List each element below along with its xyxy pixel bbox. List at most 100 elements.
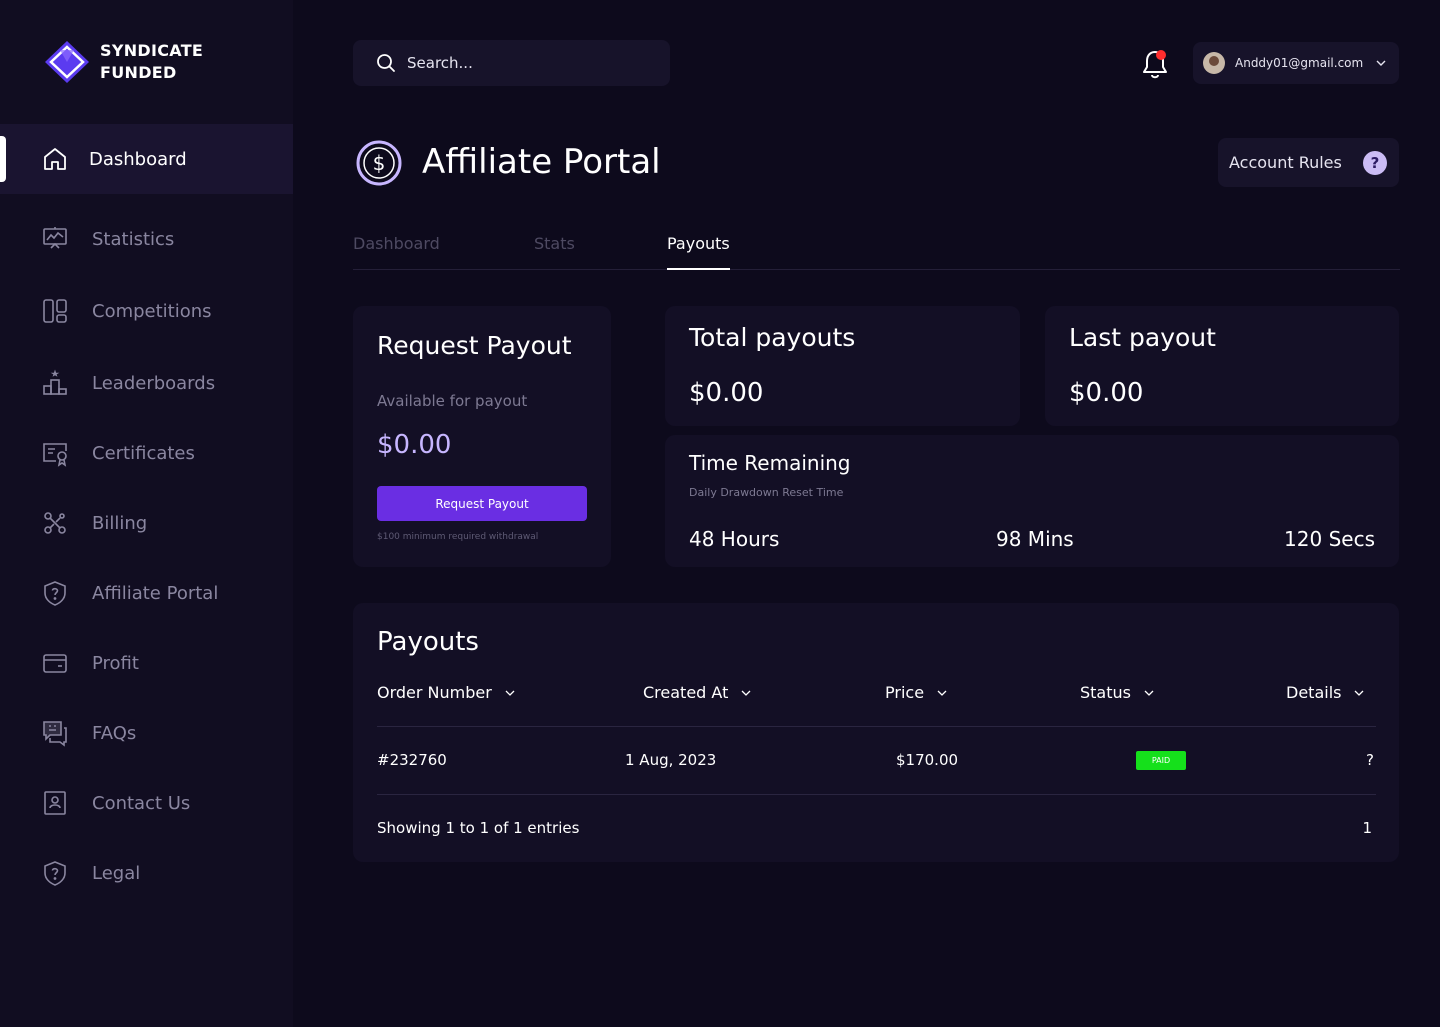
entries-count: Showing 1 to 1 of 1 entries	[377, 819, 580, 837]
last-payout-title: Last payout	[1069, 323, 1216, 352]
column-status[interactable]: Status	[1080, 683, 1155, 702]
sidebar-item-legal[interactable]: Legal	[0, 838, 293, 908]
last-payout-card: Last payout $0.00	[1045, 306, 1399, 426]
available-amount: $0.00	[377, 430, 452, 460]
price-cell: $170.00	[896, 751, 959, 769]
available-label: Available for payout	[377, 392, 528, 410]
contact-card-icon	[40, 788, 70, 818]
time-remaining-card: Time Remaining Daily Drawdown Reset Time…	[665, 435, 1399, 567]
sidebar-item-competitions[interactable]: Competitions	[0, 276, 293, 346]
page-title: Affiliate Portal	[422, 142, 661, 182]
chart-board-icon	[40, 224, 70, 254]
column-label: Status	[1080, 683, 1131, 702]
chevron-down-icon	[505, 690, 515, 696]
tab-payouts[interactable]: Payouts	[667, 234, 730, 270]
chevron-down-icon	[1376, 60, 1386, 66]
details-button[interactable]: ?	[1366, 751, 1374, 769]
sidebar-item-statistics[interactable]: Statistics	[0, 204, 293, 274]
minutes-value: 98 Mins	[996, 527, 1074, 551]
created-at-cell: 1 Aug, 2023	[625, 751, 717, 769]
search-bar[interactable]	[353, 40, 670, 86]
brand-line-2: FUNDED	[100, 63, 177, 82]
sidebar-item-label: Contact Us	[92, 792, 191, 814]
account-rules-label: Account Rules	[1229, 153, 1342, 172]
sidebar-item-label: Profit	[92, 652, 139, 674]
help-icon: ?	[1363, 150, 1387, 175]
svg-text:$: $	[373, 151, 386, 175]
pagination-page-1[interactable]: 1	[1362, 819, 1372, 837]
tab-stats[interactable]: Stats	[534, 234, 575, 270]
chevron-down-icon	[937, 690, 947, 696]
sidebar-item-label: Billing	[92, 512, 148, 534]
request-payout-button[interactable]: Request Payout	[377, 486, 587, 521]
sidebar-item-certificates[interactable]: Certificates	[0, 418, 293, 488]
sidebar-item-label: Leaderboards	[92, 372, 216, 394]
wallet-icon	[40, 648, 70, 678]
chevron-down-icon	[1355, 690, 1364, 696]
search-input[interactable]	[407, 54, 647, 72]
tab-dashboard[interactable]: Dashboard	[353, 234, 440, 270]
user-email: Anddy01@gmail.com	[1235, 56, 1364, 70]
time-remaining-title: Time Remaining	[689, 451, 851, 475]
diamond-logo-icon	[45, 41, 89, 83]
sidebar-item-affiliate-portal[interactable]: Affiliate Portal	[0, 558, 293, 628]
user-menu[interactable]: Anddy01@gmail.com	[1193, 42, 1399, 84]
request-payout-card: Request Payout Available for payout $0.0…	[353, 306, 611, 567]
sidebar-item-label: Affiliate Portal	[92, 582, 219, 604]
sidebar-item-profit[interactable]: Profit	[0, 628, 293, 698]
sidebar-item-faqs[interactable]: FAQs	[0, 698, 293, 768]
request-payout-title: Request Payout	[377, 331, 572, 360]
sidebar-item-contact-us[interactable]: Contact Us	[0, 768, 293, 838]
payouts-title: Payouts	[377, 627, 479, 657]
home-icon	[40, 144, 70, 174]
sidebar-item-label: Competitions	[92, 300, 212, 322]
tabs: Dashboard Stats Payouts	[353, 234, 1400, 270]
sidebar-item-billing[interactable]: Billing	[0, 488, 293, 558]
column-details[interactable]: Details	[1286, 683, 1365, 702]
table-header: Order Number Created At Price Status Det…	[377, 683, 1376, 727]
total-payouts-amount: $0.00	[689, 378, 764, 408]
sidebar-item-label: Certificates	[92, 442, 195, 464]
certificate-icon	[40, 438, 70, 468]
total-payouts-title: Total payouts	[689, 323, 856, 352]
order-number-cell: #232760	[377, 751, 447, 769]
shield-question-icon	[40, 858, 70, 888]
sidebar-item-label: Statistics	[92, 228, 175, 250]
sidebar-item-dashboard[interactable]: Dashboard	[0, 124, 293, 194]
payouts-table-card: Payouts Order Number Created At Price St…	[353, 603, 1399, 862]
total-payouts-card: Total payouts $0.00	[665, 306, 1020, 426]
column-label: Created At	[643, 683, 729, 702]
notification-dot	[1156, 50, 1166, 60]
status-badge: PAID	[1136, 751, 1186, 770]
chevron-down-icon	[741, 690, 751, 696]
sidebar-item-leaderboards[interactable]: Leaderboards	[0, 348, 293, 418]
last-payout-amount: $0.00	[1069, 378, 1144, 408]
sidebar-item-label: Dashboard	[89, 148, 187, 170]
column-order-number[interactable]: Order Number	[377, 683, 516, 702]
sidebar: SYNDICATE FUNDED Dashboard Statistics Co…	[0, 0, 293, 1027]
chevron-down-icon	[1144, 690, 1154, 696]
hours-value: 48 Hours	[689, 527, 780, 551]
table-row[interactable]: #232760 1 Aug, 2023 $170.00 PAID ?	[377, 727, 1376, 795]
brand-name: SYNDICATE FUNDED	[100, 40, 203, 84]
brand-logo[interactable]: SYNDICATE FUNDED	[40, 40, 203, 84]
seconds-value: 120 Secs	[1284, 527, 1375, 551]
account-rules-button[interactable]: Account Rules ?	[1218, 138, 1399, 187]
column-label: Price	[885, 683, 925, 702]
search-icon	[377, 54, 395, 72]
column-label: Order Number	[377, 683, 492, 702]
column-price[interactable]: Price	[885, 683, 948, 702]
layout-icon	[40, 296, 70, 326]
network-icon	[40, 508, 70, 538]
shield-question-icon	[40, 578, 70, 608]
sidebar-item-label: FAQs	[92, 722, 137, 744]
column-label: Details	[1286, 683, 1342, 702]
chat-question-icon	[40, 718, 70, 748]
minimum-note: $100 minimum required withdrawal	[377, 532, 539, 542]
avatar	[1203, 52, 1225, 74]
podium-icon	[40, 368, 70, 398]
time-remaining-subtitle: Daily Drawdown Reset Time	[689, 486, 844, 499]
column-created-at[interactable]: Created At	[643, 683, 752, 702]
brand-line-1: SYNDICATE	[100, 41, 204, 60]
dollar-circle-icon: $	[356, 140, 402, 186]
